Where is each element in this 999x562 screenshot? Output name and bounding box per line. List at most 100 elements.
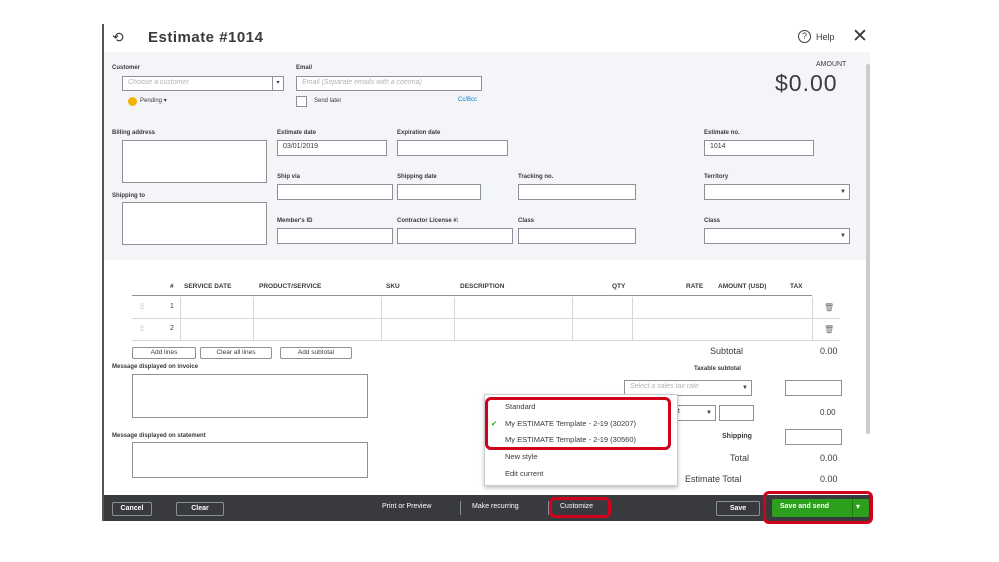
send-later-label: Send later bbox=[314, 98, 342, 104]
email-field[interactable]: Email (Separate emails with a comma) bbox=[296, 76, 482, 91]
message-statement-label: Message displayed on statement bbox=[112, 433, 206, 439]
tracking-no-label: Tracking no. bbox=[518, 174, 554, 180]
shipping-to-label: Shipping to bbox=[112, 193, 145, 199]
shipping-to-field[interactable] bbox=[122, 202, 267, 245]
chevron-down-icon: ▼ bbox=[840, 233, 846, 239]
col-service-date: SERVICE DATE bbox=[184, 283, 232, 290]
shipping-date-field[interactable] bbox=[397, 184, 481, 200]
shipping-amount-field[interactable] bbox=[785, 429, 842, 445]
column-divider bbox=[454, 297, 455, 341]
estimate-date-field[interactable]: 03/01/2019 bbox=[277, 140, 387, 156]
estimate-no-value: 1014 bbox=[710, 143, 726, 150]
col-num: # bbox=[170, 283, 174, 290]
estimate-total-value: 0.00 bbox=[820, 474, 838, 484]
help-icon[interactable]: ? bbox=[798, 30, 811, 43]
members-id-label: Member's ID bbox=[277, 218, 313, 224]
message-statement-field[interactable] bbox=[132, 442, 368, 478]
menu-highlight-box bbox=[485, 397, 671, 450]
expiration-date-field[interactable] bbox=[397, 140, 508, 156]
estimate-no-field[interactable]: 1014 bbox=[704, 140, 814, 156]
pending-status-label: Pending bbox=[140, 98, 163, 104]
menu-item-new-style[interactable]: New style bbox=[505, 452, 538, 461]
customer-label: Customer bbox=[112, 65, 141, 71]
email-label: Email bbox=[296, 65, 313, 71]
taxable-subtotal-label: Taxable subtotal bbox=[694, 366, 741, 372]
class-select[interactable]: ▼ bbox=[704, 228, 850, 244]
col-rate: RATE bbox=[686, 283, 704, 290]
column-divider bbox=[572, 297, 573, 341]
column-divider bbox=[632, 297, 633, 341]
billing-address-field[interactable] bbox=[122, 140, 267, 183]
send-later-checkbox[interactable] bbox=[296, 96, 307, 107]
drag-handle-icon[interactable]: ⁞⁞ bbox=[140, 304, 144, 311]
scrollbar[interactable] bbox=[866, 64, 870, 434]
help-link[interactable]: Help bbox=[816, 32, 835, 42]
col-qty: QTY bbox=[612, 283, 626, 290]
amount-value: $0.00 bbox=[775, 70, 838, 96]
delete-row-icon[interactable]: 🗑 bbox=[824, 303, 834, 312]
message-invoice-field[interactable] bbox=[132, 374, 368, 418]
row-number: 1 bbox=[170, 303, 174, 310]
line-items-header: # SERVICE DATE PRODUCT/SERVICE SKU DESCR… bbox=[132, 278, 812, 296]
table-row[interactable]: ⁞⁞ 2 🗑 bbox=[132, 319, 840, 341]
discount-amount: 0.00 bbox=[820, 408, 836, 417]
clear-button[interactable]: Clear bbox=[176, 502, 224, 516]
estimate-total-label: Estimate Total bbox=[685, 474, 742, 484]
clear-all-lines-button[interactable]: Clear all lines bbox=[200, 347, 272, 359]
class-field[interactable] bbox=[518, 228, 636, 244]
recent-transactions-icon[interactable]: ⟲ bbox=[112, 29, 124, 46]
column-divider bbox=[180, 297, 181, 341]
cc-bcc-link[interactable]: Cc/Bcc bbox=[458, 97, 477, 103]
chevron-down-icon: ▼ bbox=[706, 410, 712, 416]
message-invoice-label: Message displayed on invoice bbox=[112, 364, 199, 370]
members-id-field[interactable] bbox=[277, 228, 393, 244]
col-product-service: PRODUCT/SERVICE bbox=[259, 283, 322, 290]
delete-row-icon[interactable]: 🗑 bbox=[824, 325, 834, 334]
footer-bar: Cancel Clear Print or Preview Make recur… bbox=[104, 495, 872, 521]
table-row[interactable]: ⁞⁞ 1 🗑 bbox=[132, 297, 840, 319]
territory-label: Territory bbox=[704, 174, 729, 180]
header-bar: ⟲ Estimate #1014 ? Help ✕ bbox=[104, 24, 872, 52]
billing-address-label: Billing address bbox=[112, 130, 156, 136]
subtotal-value: 0.00 bbox=[820, 346, 838, 356]
total-label: Total bbox=[730, 453, 750, 463]
chevron-down-icon: ▼ bbox=[742, 385, 748, 391]
email-placeholder: Email (Separate emails with a comma) bbox=[302, 79, 422, 86]
col-tax: TAX bbox=[790, 283, 803, 290]
tax-rate-placeholder: Select a sales tax rate bbox=[630, 383, 699, 390]
chevron-down-icon: ▼ bbox=[840, 189, 846, 195]
discount-value-field[interactable] bbox=[719, 405, 754, 421]
column-divider bbox=[381, 297, 382, 341]
estimate-date-label: Estimate date bbox=[277, 130, 317, 136]
ship-via-field[interactable] bbox=[277, 184, 393, 200]
contractor-license-label: Contractor License #: bbox=[397, 218, 459, 224]
class-select-label: Class bbox=[704, 218, 721, 224]
pending-status-dropdown[interactable]: Pending ▾ bbox=[140, 97, 167, 104]
customer-dropdown-button[interactable]: ▾ bbox=[272, 76, 284, 91]
print-preview-button[interactable]: Print or Preview bbox=[382, 503, 431, 510]
cancel-button[interactable]: Cancel bbox=[112, 502, 152, 516]
contractor-license-field[interactable] bbox=[397, 228, 513, 244]
col-sku: SKU bbox=[386, 283, 400, 290]
class-label: Class bbox=[518, 218, 535, 224]
expiration-date-label: Expiration date bbox=[397, 130, 441, 136]
shipping-date-label: Shipping date bbox=[397, 174, 437, 180]
add-lines-button[interactable]: Add lines bbox=[132, 347, 196, 359]
customer-placeholder: Choose a customer bbox=[128, 79, 189, 86]
close-icon[interactable]: ✕ bbox=[852, 25, 868, 48]
tax-amount-field[interactable] bbox=[785, 380, 842, 396]
menu-item-edit-current[interactable]: Edit current bbox=[505, 469, 543, 478]
add-subtotal-button[interactable]: Add subtotal bbox=[280, 347, 352, 359]
customize-highlight-box bbox=[549, 497, 611, 518]
territory-select[interactable]: ▼ bbox=[704, 184, 850, 200]
shipping-label: Shipping bbox=[722, 433, 752, 440]
make-recurring-button[interactable]: Make recurring bbox=[472, 503, 519, 510]
drag-handle-icon[interactable]: ⁞⁞ bbox=[140, 326, 144, 333]
tracking-no-field[interactable] bbox=[518, 184, 636, 200]
row-number: 2 bbox=[170, 325, 174, 332]
ship-via-label: Ship via bbox=[277, 174, 301, 180]
estimate-no-label: Estimate no. bbox=[704, 130, 740, 136]
customer-select[interactable]: Choose a customer bbox=[122, 76, 274, 91]
column-divider bbox=[253, 297, 254, 341]
save-button[interactable]: Save bbox=[716, 501, 760, 516]
